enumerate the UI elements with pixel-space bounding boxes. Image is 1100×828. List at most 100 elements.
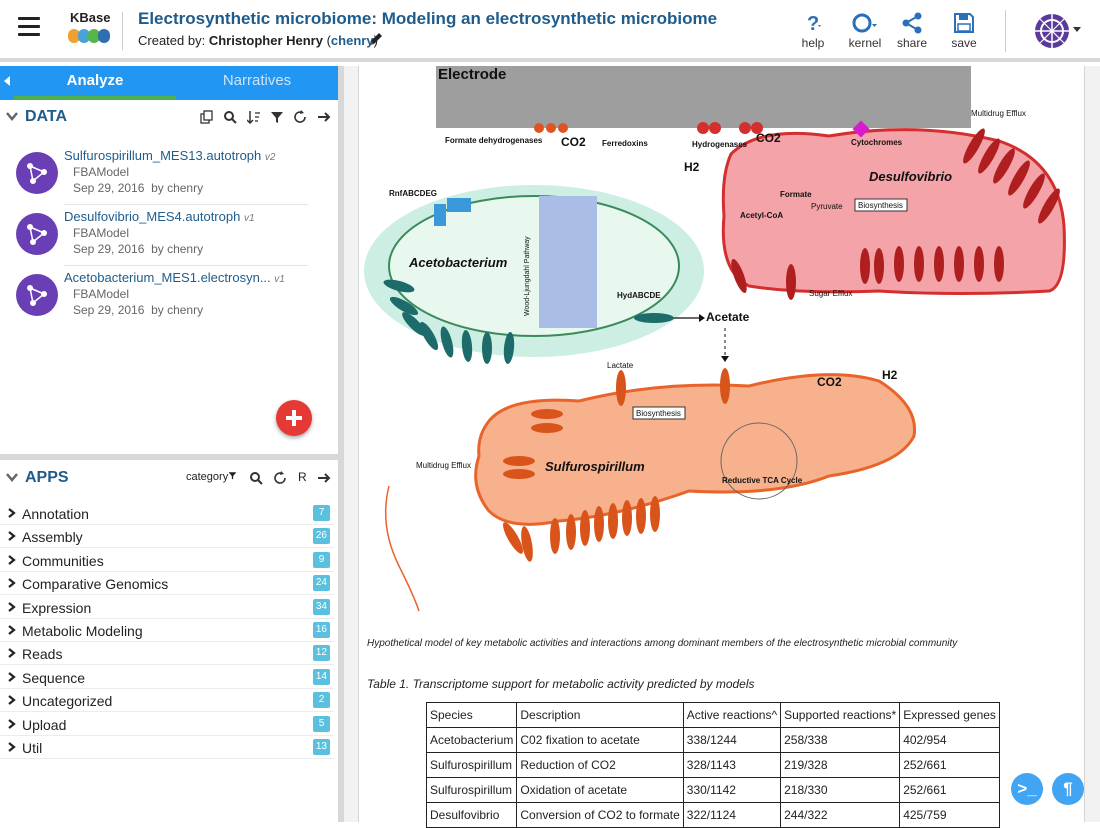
- table-header: Supported reactions*: [780, 702, 901, 728]
- hamburger-menu-icon[interactable]: [18, 17, 40, 37]
- app-category-label: Reads: [22, 646, 63, 663]
- flagellum: [384, 485, 420, 612]
- cytochromes-label: Cytochromes: [851, 138, 903, 147]
- table-caption: Table 1. Transcriptome support for metab…: [367, 677, 755, 691]
- help-label: help: [801, 36, 825, 50]
- header-separator: [1005, 10, 1006, 52]
- app-category-row[interactable]: Reads 12: [0, 642, 334, 666]
- circle-icon: [852, 13, 877, 33]
- table-header-row: Species Description Active reactions^ Su…: [425, 702, 1000, 728]
- app-category-row[interactable]: Metabolic Modeling 16: [0, 619, 334, 642]
- app-category-row[interactable]: Annotation 7: [0, 502, 334, 525]
- app-category-row[interactable]: Communities 9: [0, 549, 334, 572]
- app-category-row[interactable]: Expression 34: [0, 596, 334, 619]
- share-icon: [902, 12, 922, 34]
- data-item-name[interactable]: Acetobacterium_MES1.electrosyn...: [64, 270, 271, 285]
- refresh-icon[interactable]: [273, 471, 287, 485]
- rnf-complex: [434, 204, 446, 226]
- table-cell: 244/322: [780, 802, 901, 828]
- app-count-badge: 24: [312, 575, 330, 592]
- app-category-label: Expression: [22, 599, 92, 616]
- help-button[interactable]: ? help: [788, 10, 838, 50]
- multidrug-efflux-label: Multidrug Efflux: [971, 109, 1026, 118]
- author-name: Christopher Henry: [208, 33, 323, 48]
- table-cell: Sulfurospirillum: [425, 752, 518, 778]
- kernel-button[interactable]: kernel: [840, 10, 890, 50]
- user-avatar[interactable]: [1032, 12, 1072, 50]
- app-category-row[interactable]: Util 13: [0, 736, 334, 759]
- refresh-icon[interactable]: [293, 110, 307, 124]
- data-item-owner: by chenry: [151, 181, 204, 195]
- app-category-label: Communities: [22, 552, 104, 569]
- app-count-badge: 12: [312, 645, 330, 662]
- terminal-icon[interactable]: >_: [1011, 773, 1043, 805]
- pencil-icon[interactable]: [368, 31, 384, 47]
- data-item-owner: by chenry: [151, 242, 204, 256]
- apps-section-title: APPS: [25, 469, 69, 486]
- table-cell: Sulfurospirillum: [425, 777, 518, 803]
- data-item-version: v1: [243, 213, 255, 224]
- markdown-cell[interactable]: Electrode Acetobacterium RnfABCDEG HydAB…: [358, 66, 1085, 828]
- chevron-down-icon[interactable]: [6, 110, 18, 122]
- narrative-title[interactable]: Electrosynthetic microbiome: Modeling an…: [138, 9, 717, 29]
- search-icon[interactable]: [223, 110, 237, 124]
- table-header: Expressed genes: [899, 702, 1000, 728]
- filter-icon[interactable]: [270, 110, 284, 124]
- category-filter[interactable]: category: [186, 471, 237, 483]
- co2-label: CO2: [817, 375, 842, 389]
- app-count-badge: 13: [312, 739, 330, 755]
- fba-model-icon: [16, 213, 58, 255]
- formate-dh-label: Formate dehydrogenases: [445, 136, 543, 145]
- chevron-down-icon[interactable]: [6, 471, 18, 483]
- data-item-name[interactable]: Desulfovibrio_MES4.autotroph: [64, 209, 240, 224]
- app-count-badge: 14: [312, 668, 330, 685]
- save-label: save: [951, 36, 977, 50]
- sort-icon[interactable]: [247, 110, 261, 124]
- table-cell: 322/1124: [682, 802, 782, 828]
- app-category-row[interactable]: Uncategorized 2: [0, 689, 334, 713]
- app-category-label: Sequence: [22, 669, 86, 686]
- tab-narratives[interactable]: Narratives: [176, 66, 338, 100]
- h2-label: H2: [882, 368, 898, 382]
- search-icon[interactable]: [249, 471, 263, 485]
- top-header: KBase Electrosynthetic microbiome: Model…: [0, 0, 1100, 62]
- chevron-down-icon[interactable]: [1073, 27, 1081, 32]
- data-item-name[interactable]: Sulfurospirillum_MES13.autotroph: [64, 148, 261, 163]
- divider: [64, 265, 308, 266]
- copy-icon[interactable]: [200, 110, 214, 124]
- co2-label: CO2: [561, 135, 586, 149]
- acetobacterium-label: Acetobacterium: [408, 255, 508, 270]
- table-cell: 252/661: [899, 777, 1000, 803]
- table-cell: Conversion of CO2 to formate: [516, 802, 684, 828]
- data-item[interactable]: Desulfovibrio_MES4.autotroph v1 FBAModel…: [0, 207, 338, 269]
- data-item[interactable]: Sulfurospirillum_MES13.autotroph v2 FBAM…: [0, 146, 338, 208]
- collapse-panel-icon[interactable]: [4, 76, 10, 86]
- arrow-right-icon[interactable]: [317, 471, 331, 485]
- app-category-row[interactable]: Upload 5: [0, 713, 334, 736]
- app-count-badge: 5: [313, 715, 330, 732]
- sugar-efflux-label: Sugar Efflux: [809, 289, 852, 298]
- share-button[interactable]: share: [887, 10, 937, 50]
- h2-label: H2: [684, 160, 700, 174]
- add-data-button[interactable]: [276, 400, 312, 436]
- data-item[interactable]: Acetobacterium_MES1.electrosyn... v1 FBA…: [0, 268, 338, 330]
- arrow-right-icon[interactable]: [317, 110, 331, 124]
- fba-model-icon: [16, 274, 58, 316]
- save-button[interactable]: save: [939, 10, 989, 50]
- app-category-row[interactable]: Assembly 26: [0, 525, 334, 549]
- data-item-type: FBAModel: [73, 287, 130, 301]
- panel-divider[interactable]: [0, 454, 338, 460]
- chevron-right-icon: [8, 671, 16, 682]
- app-count-badge: 2: [313, 692, 330, 709]
- table-row: Desulfovibrio Conversion of CO2 to forma…: [425, 802, 1000, 828]
- figure-caption: Hypothetical model of key metabolic acti…: [367, 638, 958, 649]
- chevron-right-icon: [8, 625, 16, 635]
- hyd-label: HydABCDE: [617, 291, 661, 300]
- app-category-row[interactable]: Comparative Genomics 24: [0, 572, 334, 596]
- left-panel: Analyze Narratives DATA Sulfurospirillum…: [0, 66, 338, 822]
- paragraph-icon[interactable]: ¶: [1052, 773, 1084, 805]
- app-category-row[interactable]: Sequence 14: [0, 666, 334, 689]
- tab-analyze[interactable]: Analyze: [14, 66, 176, 100]
- app-count-badge: 26: [312, 528, 330, 545]
- release-filter-button[interactable]: R: [298, 470, 307, 484]
